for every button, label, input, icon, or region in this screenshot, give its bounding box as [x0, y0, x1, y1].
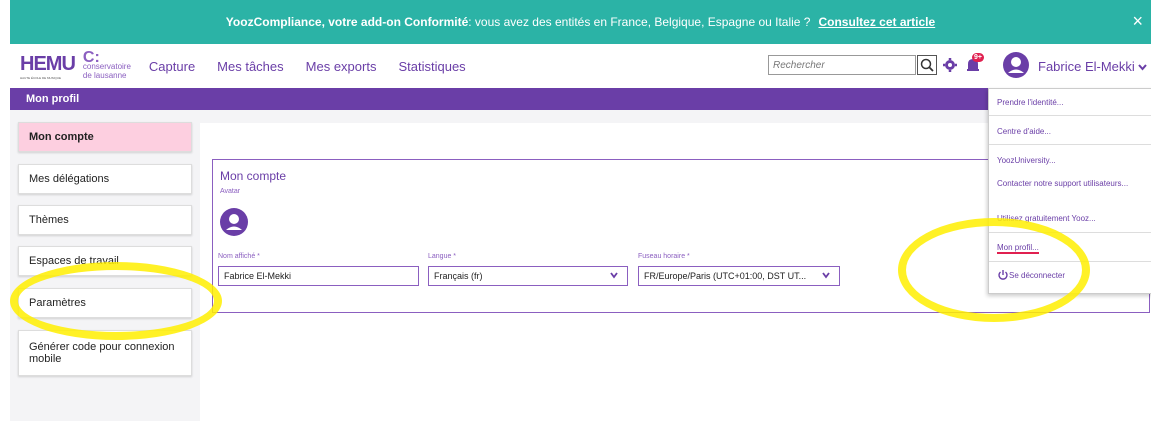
close-icon[interactable]: ×	[1132, 12, 1143, 30]
menu-item-contacter-support[interactable]: Contacter notre support utilisateurs...	[997, 178, 1145, 189]
main-menu: Capture Mes tâches Mes exports Statistiq…	[149, 59, 488, 74]
sidebar-item-themes[interactable]: Thèmes	[18, 205, 192, 235]
user-avatar-icon[interactable]	[1003, 52, 1029, 78]
sidebar-item-mon-compte[interactable]: Mon compte	[18, 122, 192, 152]
notification-badge: 9+	[972, 53, 984, 62]
nav-item-mes-taches[interactable]: Mes tâches	[217, 59, 283, 74]
chevron-down-icon	[822, 272, 830, 279]
menu-item-prendre-identite[interactable]: Prendre l'identité...	[997, 97, 1145, 108]
banner-text: : vous avez des entités en France, Belgi…	[468, 15, 811, 29]
user-menu[interactable]: Fabrice El-Mekki	[1038, 59, 1148, 74]
sidebar-item-mes-delegations[interactable]: Mes délégations	[18, 164, 192, 194]
page-title: Mon profil	[10, 88, 1151, 110]
highlight-annotation	[10, 262, 222, 340]
banner-link[interactable]: Consultez cet article	[818, 15, 935, 29]
menu-item-yoozuniversity[interactable]: YoozUniversity...	[997, 155, 1145, 166]
logo[interactable]: HEMU HAUTE ÉCOLE DE MUSIQUE C: conservat…	[20, 48, 131, 80]
conservatoire-logo: C: conservatoire de lausanne	[82, 48, 131, 80]
nav-item-mes-exports[interactable]: Mes exports	[306, 59, 377, 74]
avatar-icon[interactable]	[220, 208, 248, 236]
highlight-annotation	[898, 218, 1090, 322]
search-input[interactable]: Rechercher	[768, 55, 916, 75]
timezone-label: Fuseau horaire *	[638, 253, 690, 260]
gear-icon[interactable]	[942, 57, 958, 73]
search-icon	[920, 58, 934, 72]
language-select[interactable]: Français (fr)	[428, 266, 628, 286]
display-name-field[interactable]: Fabrice El-Mekki	[218, 266, 419, 286]
hemu-logo: HEMU HAUTE ÉCOLE DE MUSIQUE	[20, 52, 76, 80]
nav-item-statistiques[interactable]: Statistiques	[398, 59, 465, 74]
timezone-select[interactable]: FR/Europe/Paris (UTC+01:00, DST UT...	[638, 266, 840, 286]
language-label: Langue *	[428, 253, 457, 260]
announcement-banner: YoozCompliance, votre add-on Conformité …	[10, 0, 1151, 44]
avatar-label: Avatar	[220, 188, 241, 195]
menu-item-centre-aide[interactable]: Centre d'aide...	[997, 126, 1145, 137]
menu-divider	[989, 115, 1151, 116]
top-nav: HEMU HAUTE ÉCOLE DE MUSIQUE C: conservat…	[10, 44, 1151, 88]
app: YoozCompliance, votre add-on Conformité …	[10, 0, 1151, 421]
search-button[interactable]	[917, 55, 937, 75]
banner-bold-text: YoozCompliance, votre add-on Conformité	[225, 15, 469, 29]
chevron-down-icon	[1138, 64, 1148, 71]
name-label: Nom affiché *	[218, 253, 260, 260]
card-title: Mon compte	[220, 169, 287, 183]
chevron-down-icon	[610, 272, 618, 279]
nav-item-capture[interactable]: Capture	[149, 59, 195, 74]
menu-divider	[989, 144, 1151, 145]
